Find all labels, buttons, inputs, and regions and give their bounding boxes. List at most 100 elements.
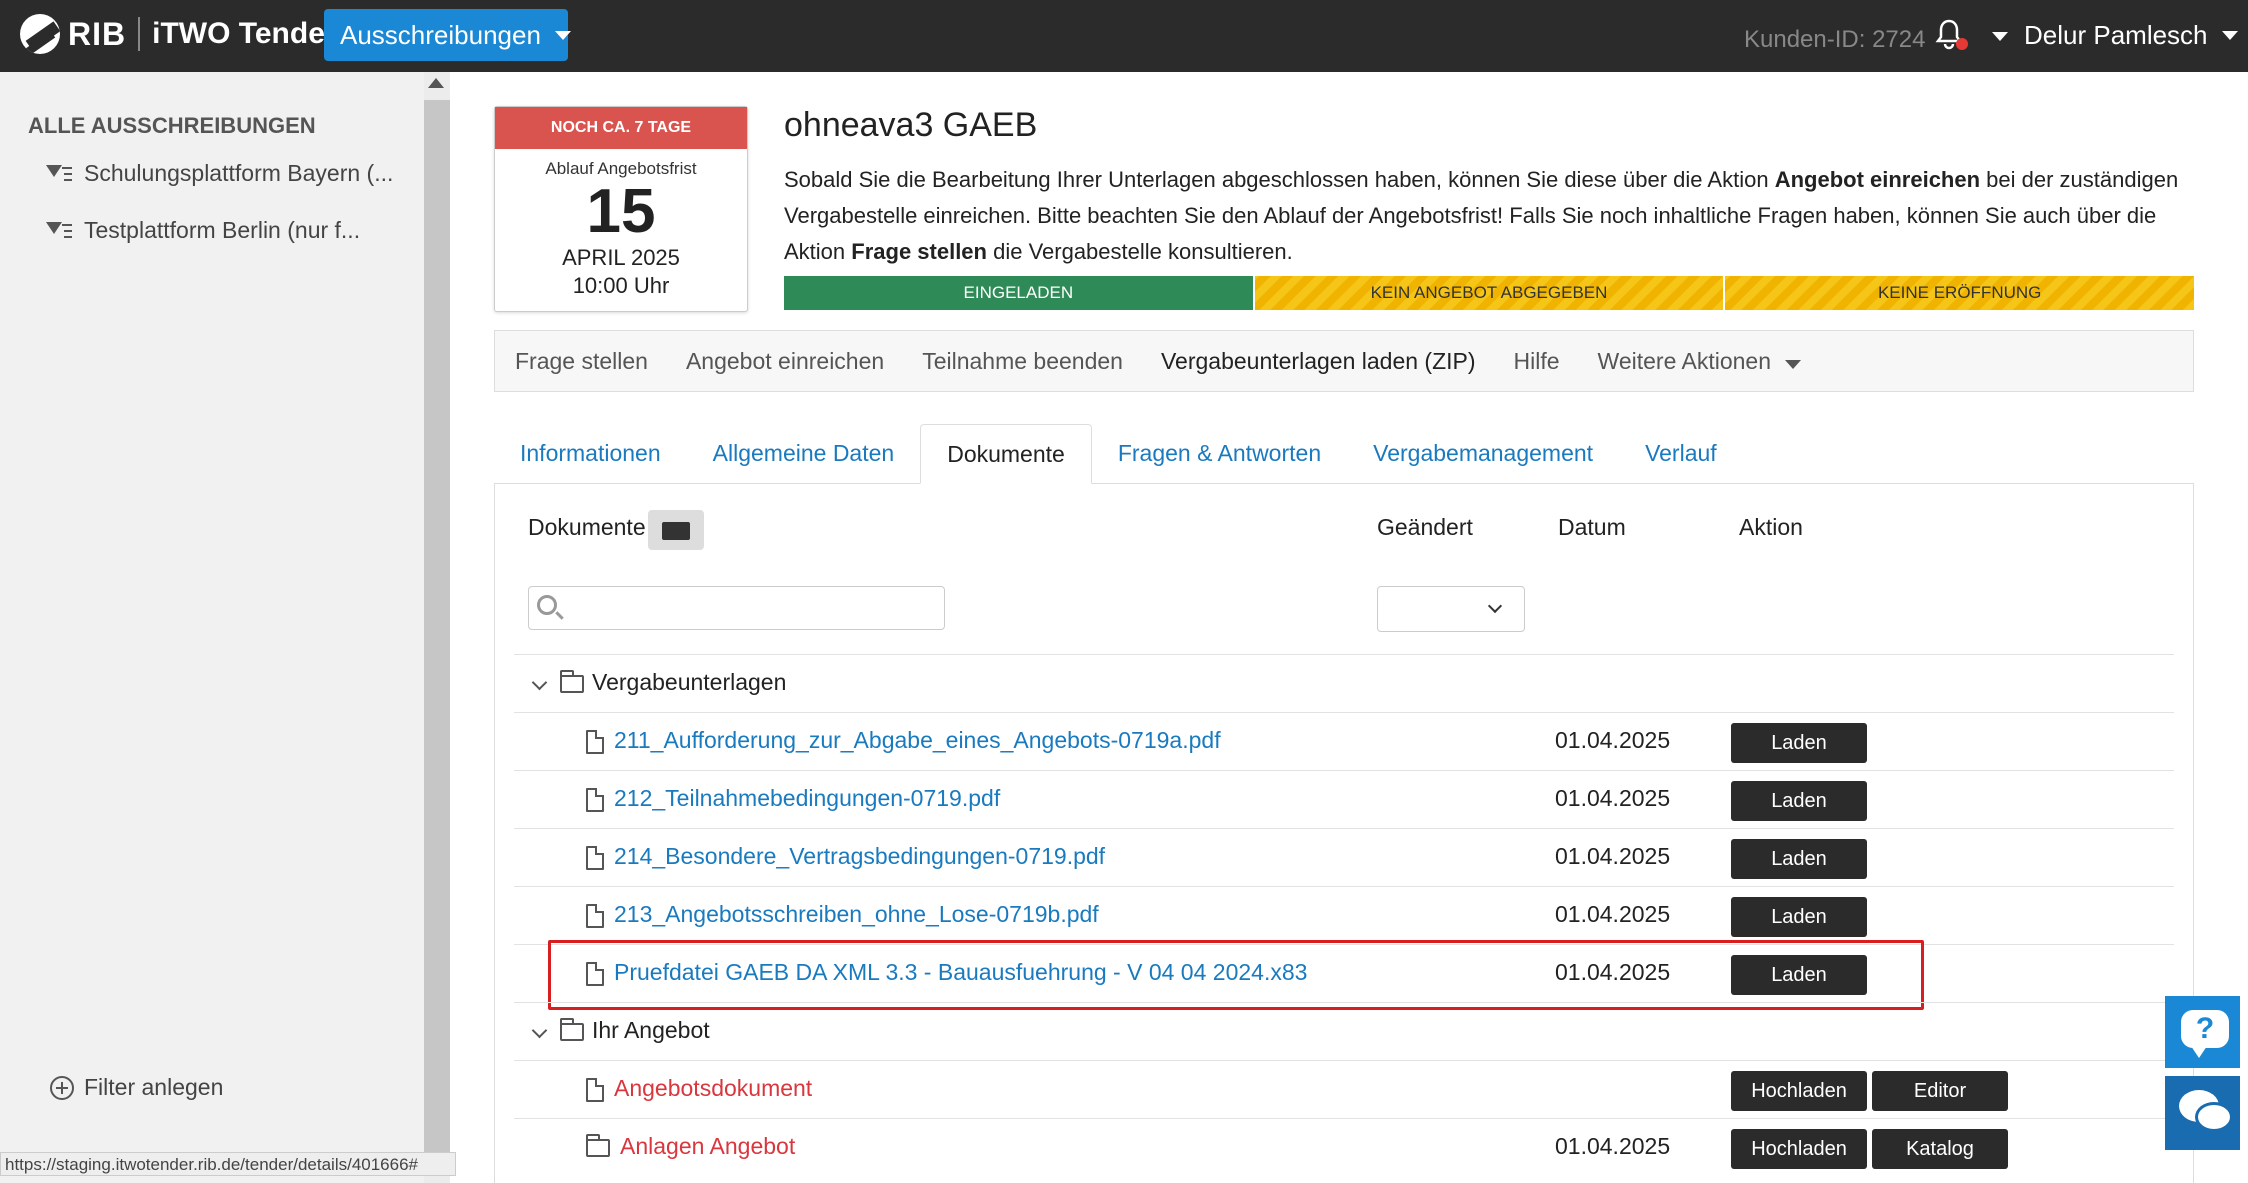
load-button[interactable]: Laden	[1731, 839, 1867, 879]
folder-icon	[560, 670, 584, 693]
table-row: 211_Aufforderung_zur_Abgabe_eines_Angebo…	[514, 712, 2174, 770]
status-step-no-opening: KEINE ERÖFFNUNG	[1725, 276, 2195, 310]
table-row: 213_Angebotsschreiben_ohne_Lose-0719b.pd…	[514, 886, 2174, 944]
file-icon	[586, 904, 604, 928]
help-widget-button[interactable]: ?	[2165, 996, 2245, 1068]
user-name: Delur Pamlesch	[2024, 20, 2208, 50]
document-search-input[interactable]	[528, 586, 945, 630]
question-bubble-icon: ?	[2181, 1010, 2229, 1058]
brand-app-name: iTWO Tender	[152, 17, 337, 50]
table-row: Angebotsdokument Hochladen Editor	[514, 1060, 2174, 1118]
file-link[interactable]: 212_Teilnahmebedingungen-0719.pdf	[614, 785, 1000, 812]
load-button[interactable]: Laden	[1731, 723, 1867, 763]
tab-fragen-antworten[interactable]: Fragen & Antworten	[1092, 423, 1347, 483]
tab-dokumente[interactable]: Dokumente	[920, 424, 1092, 484]
chat-widget-button[interactable]	[2165, 1076, 2245, 1150]
sidebar-item-label: Testplattform Berlin (nur f...	[84, 217, 361, 243]
filter-icon	[46, 220, 72, 242]
folder-row-vergabeunterlagen[interactable]: Vergabeunterlagen	[514, 654, 2174, 712]
user-menu[interactable]: Delur Pamlesch	[2024, 20, 2238, 51]
sidebar-item-label: Schulungsplattform Bayern (...	[84, 160, 394, 186]
scroll-up-arrow-icon[interactable]	[428, 78, 444, 88]
deadline-card: NOCH CA. 7 TAGE Ablauf Angebotsfrist 15 …	[494, 106, 748, 312]
file-date: 01.04.2025	[1555, 901, 1671, 927]
status-step-invited: EINGELADEN	[784, 276, 1255, 310]
sidebar-item-testplattform[interactable]: Testplattform Berlin (nur f...	[46, 217, 360, 244]
page-title: ohneava3 GAEB	[784, 106, 1038, 144]
action-bar: Frage stellen Angebot einreichen Teilnah…	[494, 330, 2194, 392]
table-row: 212_Teilnahmebedingungen-0719.pdf 01.04.…	[514, 770, 2174, 828]
editor-button[interactable]: Editor	[1872, 1071, 2008, 1111]
desc-text: Sobald Sie die Bearbeitung Ihrer Unterla…	[784, 167, 1775, 192]
window-edge	[2240, 72, 2248, 1183]
notification-dot	[1956, 38, 1968, 50]
app-window: RIB iTWO Tender Ausschreibungen Kunden-I…	[0, 0, 2248, 1183]
deadline-day: 15	[586, 177, 656, 246]
file-link[interactable]: 213_Angebotsschreiben_ohne_Lose-0719b.pd…	[614, 901, 1099, 928]
more-actions-label: Weitere Aktionen	[1597, 347, 1771, 374]
tab-bar: Informationen Allgemeine Daten Dokumente…	[494, 422, 2194, 484]
header-changed: Geändert	[1377, 514, 1473, 540]
desc-text: die Vergabestelle konsultieren.	[986, 239, 1293, 264]
upload-button[interactable]: Hochladen	[1731, 1129, 1867, 1169]
deadline-label: Ablauf Angebotsfrist	[545, 159, 697, 178]
folder-name: Ihr Angebot	[592, 1017, 710, 1043]
folder-name: Vergabeunterlagen	[592, 669, 787, 695]
catalog-button[interactable]: Katalog	[1872, 1129, 2008, 1169]
file-link[interactable]: 214_Besondere_Vertragsbedingungen-0719.p…	[614, 843, 1105, 870]
download-zip-action[interactable]: Vergabeunterlagen laden (ZIP)	[1161, 348, 1476, 375]
rib-logo-icon	[20, 14, 60, 54]
open-folder-button[interactable]	[648, 510, 704, 550]
offer-attachments-link[interactable]: Anlagen Angebot	[620, 1133, 795, 1160]
sidebar-item-schulungsplattform[interactable]: Schulungsplattform Bayern (...	[46, 160, 393, 187]
brand-logo[interactable]: RIB iTWO Tender	[20, 14, 337, 54]
tab-allgemeine-daten[interactable]: Allgemeine Daten	[687, 423, 921, 483]
help-action[interactable]: Hilfe	[1514, 348, 1560, 375]
more-actions-dropdown[interactable]: Weitere Aktionen	[1598, 348, 1801, 375]
upload-button[interactable]: Hochladen	[1731, 1071, 1867, 1111]
file-icon	[586, 788, 604, 812]
filter-icon	[46, 163, 72, 185]
tab-vergabemanagement[interactable]: Vergabemanagement	[1347, 423, 1619, 483]
brand-divider	[138, 17, 141, 51]
load-button[interactable]: Laden	[1731, 897, 1867, 937]
ask-question-action[interactable]: Frage stellen	[515, 348, 648, 375]
chevron-down-icon[interactable]	[531, 674, 548, 691]
notifications-caret-icon[interactable]	[1992, 32, 2008, 41]
tab-informationen[interactable]: Informationen	[494, 423, 687, 483]
file-date: 01.04.2025	[1555, 843, 1671, 869]
notifications-button[interactable]	[1934, 18, 1974, 58]
customer-id: Kunden-ID: 2724	[1744, 26, 1926, 53]
table-row: 214_Besondere_Vertragsbedingungen-0719.p…	[514, 828, 2174, 886]
header-action: Aktion	[1739, 514, 1803, 540]
user-caret-icon	[2221, 31, 2238, 40]
search-icon	[537, 595, 557, 615]
file-icon	[586, 846, 604, 870]
caret-down-icon	[554, 30, 571, 40]
ausschreibungen-menu-button[interactable]: Ausschreibungen	[324, 9, 571, 61]
add-filter-button[interactable]: Filter anlegen	[50, 1074, 223, 1101]
file-date: 01.04.2025	[1555, 1133, 1671, 1159]
sidebar-scroll-thumb[interactable]	[424, 100, 450, 1162]
changed-filter-select[interactable]	[1377, 586, 1525, 632]
deadline-month: APRIL 2025	[562, 245, 680, 270]
load-button[interactable]: Laden	[1731, 781, 1867, 821]
table-row: Anlagen Angebot 01.04.2025 Hochladen Kat…	[514, 1118, 2174, 1176]
plus-circle-icon	[50, 1075, 74, 1100]
tender-description: Sobald Sie die Bearbeitung Ihrer Unterla…	[784, 162, 2184, 270]
desc-bold-submit: Angebot einreichen	[1774, 167, 1981, 192]
end-participation-action[interactable]: Teilnahme beenden	[922, 348, 1123, 375]
deadline-badge: NOCH CA. 7 TAGE	[495, 107, 747, 149]
submit-offer-action[interactable]: Angebot einreichen	[686, 348, 884, 375]
tab-verlauf[interactable]: Verlauf	[1619, 423, 1743, 483]
status-progress: EINGELADEN KEIN ANGEBOT ABGEGEBEN KEINE …	[784, 276, 2195, 310]
folder-icon	[586, 1134, 610, 1157]
file-icon	[586, 730, 604, 754]
folder-row-ihr-angebot[interactable]: Ihr Angebot	[514, 1002, 2174, 1060]
file-link[interactable]: 211_Aufforderung_zur_Abgabe_eines_Angebo…	[614, 727, 1221, 754]
chevron-down-icon[interactable]	[531, 1022, 548, 1039]
offer-document-link[interactable]: Angebotsdokument	[614, 1075, 812, 1102]
file-icon	[586, 1078, 604, 1102]
file-date: 01.04.2025	[1555, 727, 1671, 753]
status-step-no-offer: KEIN ANGEBOT ABGEGEBEN	[1254, 276, 1726, 310]
